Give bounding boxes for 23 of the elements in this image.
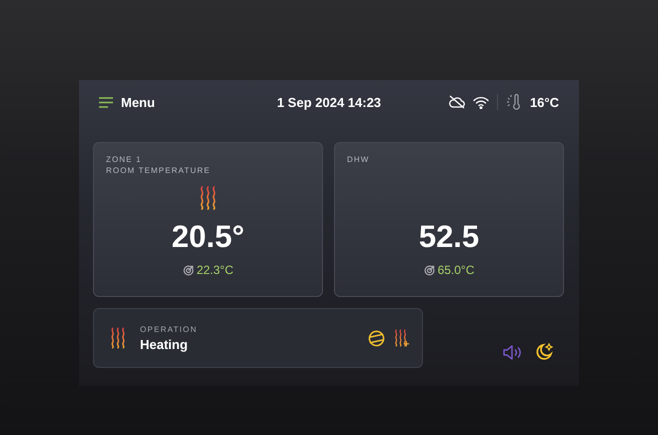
target-icon — [424, 264, 435, 276]
target-temperature: 65.0°C — [438, 263, 474, 277]
operation-label: OPERATION — [140, 324, 198, 334]
thermometer-sun-icon — [506, 94, 522, 110]
heat-plus-icon — [394, 328, 410, 348]
wifi-icon — [472, 96, 489, 108]
heat-waves-icon — [110, 327, 126, 349]
menu-label[interactable]: Menu — [121, 94, 155, 110]
target-temperature: 22.3°C — [196, 263, 234, 277]
date-time: 1 Sep 2024 14:23 — [276, 94, 382, 110]
compressor-icon — [368, 330, 385, 346]
moon-star-icon[interactable] — [534, 342, 554, 362]
speaker-icon[interactable] — [503, 344, 522, 360]
cloud-off-icon — [448, 95, 465, 109]
outdoor-temperature: 16°C — [530, 94, 559, 110]
card-title: DHW — [347, 154, 370, 165]
temperature-value: 20.5° — [172, 219, 244, 255]
operation-mode: Heating — [140, 336, 188, 352]
temperature-value: 52.5 — [418, 219, 480, 255]
card-title: ROOM TEMPERATURE — [106, 165, 210, 176]
target-icon — [182, 264, 194, 276]
menu-icon[interactable] — [99, 96, 113, 108]
card-title: ZONE 1 — [106, 154, 142, 165]
